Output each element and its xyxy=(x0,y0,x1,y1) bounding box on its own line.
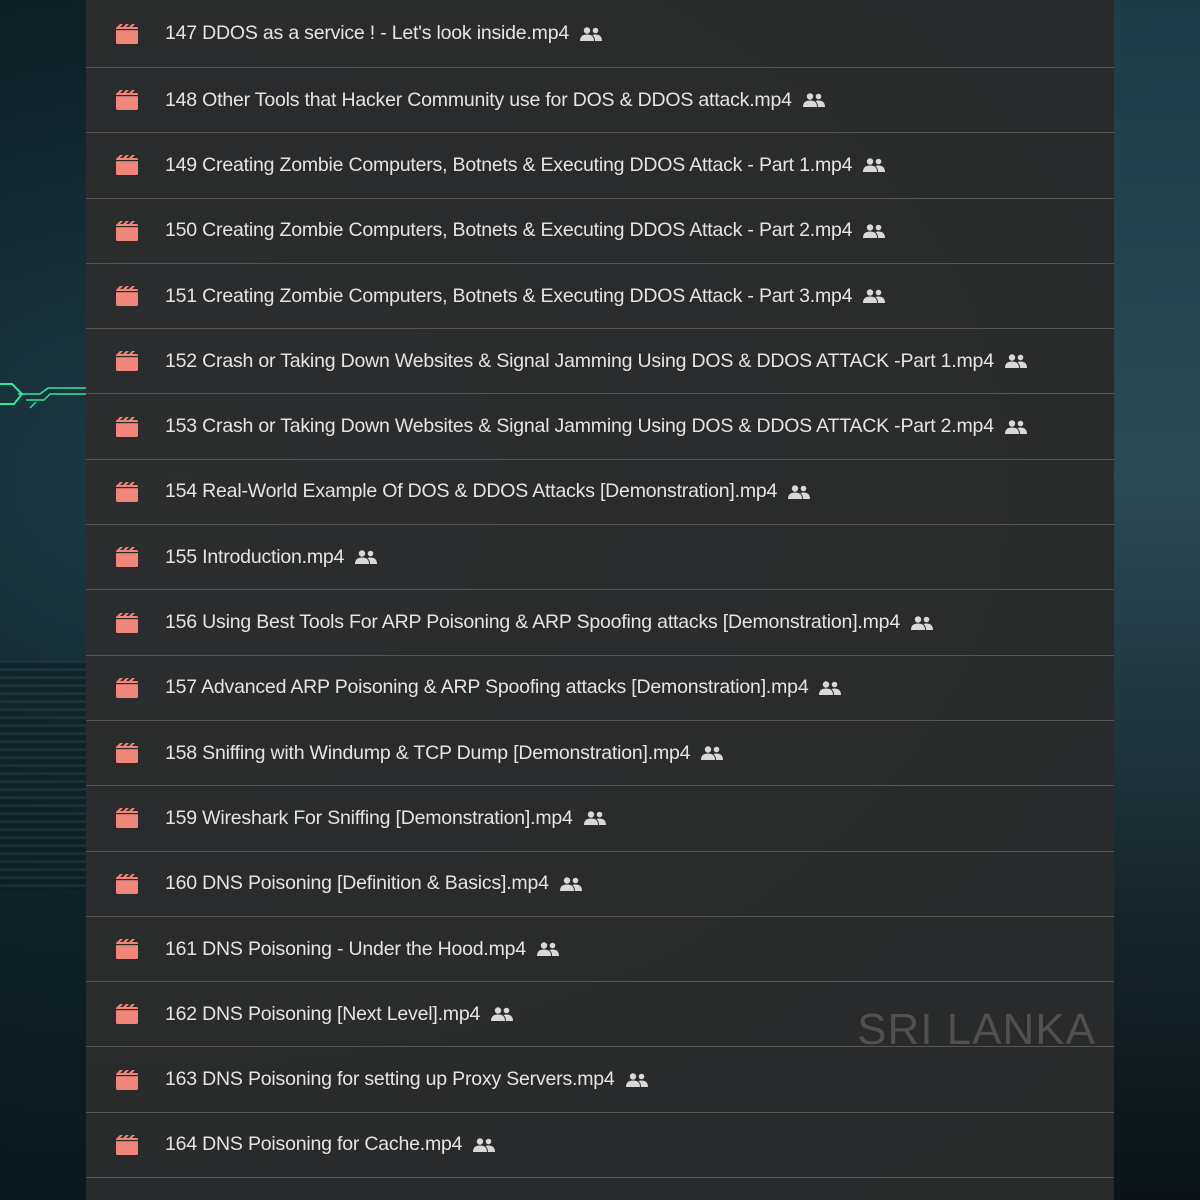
file-name-group: 149 Creating Zombie Computers, Botnets &… xyxy=(165,154,886,177)
file-row[interactable]: 154 Real-World Example Of DOS & DDOS Att… xyxy=(86,460,1114,526)
video-file-icon xyxy=(116,23,138,44)
file-name: 149 Creating Zombie Computers, Botnets &… xyxy=(165,153,853,176)
people-icon xyxy=(559,877,582,891)
video-file-icon xyxy=(116,1069,138,1090)
video-file-icon xyxy=(116,743,138,764)
people-icon xyxy=(580,26,603,41)
background-screen-decoration xyxy=(0,660,86,890)
video-file-icon xyxy=(116,873,138,894)
file-name-group: 155 Introduction.mp4 xyxy=(165,546,378,569)
file-name-group: 161 DNS Poisoning - Under the Hood.mp4 xyxy=(165,938,560,961)
file-name: 163 DNS Poisoning for setting up Proxy S… xyxy=(165,1068,615,1091)
file-name: 153 Crash or Taking Down Websites & Sign… xyxy=(165,415,994,438)
file-row[interactable]: 164 DNS Poisoning for Cache.mp4 xyxy=(86,1113,1114,1179)
video-file-icon xyxy=(116,808,138,829)
people-icon xyxy=(625,1072,648,1087)
file-name: 162 DNS Poisoning [Next Level].mp4 xyxy=(165,1002,481,1025)
file-name: 164 DNS Poisoning for Cache.mp4 xyxy=(165,1133,463,1156)
video-file-icon xyxy=(116,939,138,959)
people-icon xyxy=(491,1007,514,1022)
file-name-group: 147 DDOS as a service ! - Let's look ins… xyxy=(165,22,603,45)
file-name: 150 Creating Zombie Computers, Botnets &… xyxy=(165,219,853,242)
file-name-group: 153 Crash or Taking Down Websites & Sign… xyxy=(165,415,1028,438)
file-row[interactable]: 160 DNS Poisoning [Definition & Basics].… xyxy=(86,852,1114,917)
file-row[interactable]: 153 Crash or Taking Down Websites & Sign… xyxy=(86,394,1114,460)
file-name: 152 Crash or Taking Down Websites & Sign… xyxy=(165,349,994,372)
file-row[interactable]: 163 DNS Poisoning for setting up Proxy S… xyxy=(86,1047,1114,1113)
file-name-group: 154 Real-World Example Of DOS & DDOS Att… xyxy=(165,480,811,503)
people-icon xyxy=(1004,419,1027,434)
file-name: 155 Introduction.mp4 xyxy=(165,545,345,568)
file-row[interactable]: 148 Other Tools that Hacker Community us… xyxy=(86,68,1114,134)
people-icon xyxy=(583,811,606,826)
file-row[interactable]: 152 Crash or Taking Down Websites & Sign… xyxy=(86,329,1114,395)
file-name: 160 DNS Poisoning [Definition & Basics].… xyxy=(165,872,549,895)
file-name: 151 Creating Zombie Computers, Botnets &… xyxy=(165,284,853,307)
people-icon xyxy=(1004,354,1027,369)
file-name: 157 Advanced ARP Poisoning & ARP Spoofin… xyxy=(165,676,809,699)
people-icon xyxy=(863,224,886,238)
file-name-group: 159 Wireshark For Sniffing [Demonstratio… xyxy=(165,807,607,830)
video-file-icon xyxy=(116,351,138,372)
file-name-group: 160 DNS Poisoning [Definition & Basics].… xyxy=(165,872,583,895)
people-icon xyxy=(536,942,559,956)
people-icon xyxy=(701,746,724,761)
file-name-group: 164 DNS Poisoning for Cache.mp4 xyxy=(165,1133,496,1156)
file-name: 158 Sniffing with Windump & TCP Dump [De… xyxy=(165,741,691,764)
file-row[interactable]: 159 Wireshark For Sniffing [Demonstratio… xyxy=(86,786,1114,852)
file-name: 147 DDOS as a service ! - Let's look ins… xyxy=(165,22,570,44)
file-name-group: 148 Other Tools that Hacker Community us… xyxy=(165,89,826,112)
video-file-icon xyxy=(116,286,138,307)
people-icon xyxy=(819,681,842,695)
people-icon xyxy=(355,550,378,565)
file-name-group: 156 Using Best Tools For ARP Poisoning &… xyxy=(165,611,934,634)
background-right-panel xyxy=(1114,0,1200,1200)
file-name-group: 152 Crash or Taking Down Websites & Sign… xyxy=(165,350,1028,373)
file-row[interactable]: 149 Creating Zombie Computers, Botnets &… xyxy=(86,133,1114,199)
people-icon xyxy=(863,158,886,173)
file-row[interactable]: 161 DNS Poisoning - Under the Hood.mp4 xyxy=(86,917,1114,983)
file-row[interactable]: 158 Sniffing with Windump & TCP Dump [De… xyxy=(86,721,1114,787)
video-file-icon xyxy=(116,416,138,437)
video-file-icon xyxy=(116,155,138,176)
video-file-icon xyxy=(116,612,138,633)
file-row[interactable]: 157 Advanced ARP Poisoning & ARP Spoofin… xyxy=(86,656,1114,721)
people-icon xyxy=(802,93,825,108)
file-row[interactable]: 156 Using Best Tools For ARP Poisoning &… xyxy=(86,590,1114,656)
people-icon xyxy=(788,485,811,499)
file-name-group: 163 DNS Poisoning for setting up Proxy S… xyxy=(165,1068,649,1091)
video-file-icon xyxy=(116,1004,138,1025)
file-name: 156 Using Best Tools For ARP Poisoning &… xyxy=(165,611,900,634)
video-file-icon xyxy=(116,90,138,111)
file-name: 161 DNS Poisoning - Under the Hood.mp4 xyxy=(165,937,526,960)
file-name-group: 150 Creating Zombie Computers, Botnets &… xyxy=(165,219,886,242)
file-name-group: 158 Sniffing with Windump & TCP Dump [De… xyxy=(165,742,724,765)
people-icon xyxy=(910,615,933,630)
watermark-text: SRI LANKA xyxy=(857,1005,1096,1054)
file-row[interactable]: 151 Creating Zombie Computers, Botnets &… xyxy=(86,264,1114,330)
video-file-icon xyxy=(116,677,138,698)
file-name: 154 Real-World Example Of DOS & DDOS Att… xyxy=(165,480,778,503)
video-file-icon xyxy=(116,220,138,241)
people-icon xyxy=(473,1138,496,1152)
people-icon xyxy=(863,289,886,304)
file-row[interactable]: 150 Creating Zombie Computers, Botnets &… xyxy=(86,199,1114,264)
file-row[interactable]: 147 DDOS as a service ! - Let's look ins… xyxy=(86,0,1114,68)
file-row[interactable]: 155 Introduction.mp4 xyxy=(86,525,1114,591)
video-file-icon xyxy=(116,481,138,502)
circuit-decoration xyxy=(0,383,86,409)
file-name: 159 Wireshark For Sniffing [Demonstratio… xyxy=(165,806,573,829)
file-name: 148 Other Tools that Hacker Community us… xyxy=(165,88,792,111)
file-name-group: 162 DNS Poisoning [Next Level].mp4 xyxy=(165,1003,514,1026)
video-file-icon xyxy=(116,547,138,568)
file-name-group: 151 Creating Zombie Computers, Botnets &… xyxy=(165,285,886,308)
file-name-group: 157 Advanced ARP Poisoning & ARP Spoofin… xyxy=(165,676,842,699)
video-file-icon xyxy=(116,1134,138,1155)
